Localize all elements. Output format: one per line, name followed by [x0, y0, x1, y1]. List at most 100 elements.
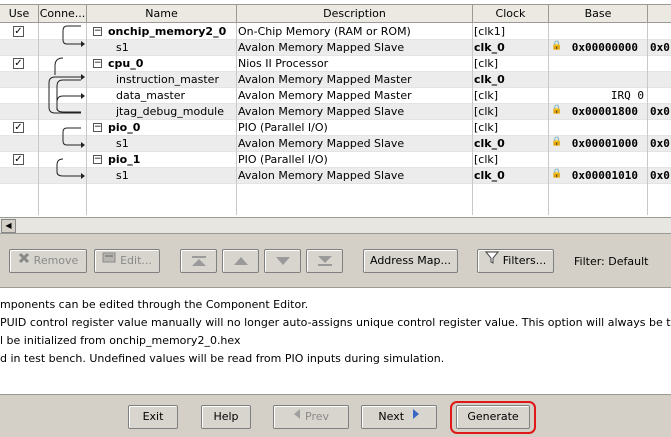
conn-line-2 — [48, 76, 81, 114]
lock-icon[interactable]: 🔒 — [551, 105, 562, 115]
component-clock[interactable]: clk_0 — [474, 40, 546, 56]
component-base[interactable]: 0x00001010 — [568, 168, 646, 184]
component-name[interactable]: cpu_0 — [108, 56, 236, 72]
table-row[interactable]: s1 Avalon Memory Mapped Slave clk_0 🔒 0x0000… — [0, 168, 671, 184]
table-row[interactable]: instruction_master Avalon Memory Mapped M… — [0, 72, 671, 88]
move-down-button[interactable] — [264, 249, 301, 273]
table-row[interactable]: ✓ − pio_0 PIO (Parallel I/O) [clk] — [0, 120, 671, 136]
col-name-header[interactable]: Name — [86, 5, 236, 23]
component-clock[interactable]: [clk1] — [474, 24, 546, 40]
component-table: Use Conne... Name Description Clock Base… — [0, 0, 671, 217]
component-name[interactable]: jtag_debug_module — [116, 104, 236, 120]
use-checkbox[interactable]: ✓ — [13, 58, 24, 69]
exit-button[interactable]: Exit — [128, 405, 178, 429]
move-up-icon — [233, 257, 248, 265]
remove-x-icon — [18, 250, 30, 272]
message-line: mponents can be edited through the Compo… — [0, 298, 309, 311]
use-checkbox[interactable]: ✓ — [13, 26, 24, 37]
col-clock-header[interactable]: Clock — [472, 5, 548, 23]
collapse-toggle-icon[interactable]: − — [93, 27, 102, 36]
lock-icon[interactable]: 🔒 — [551, 41, 562, 51]
move-up-button[interactable] — [222, 249, 259, 273]
move-top-icon — [191, 256, 206, 266]
use-checkbox[interactable]: ✓ — [13, 154, 24, 165]
component-base[interactable]: 0x00001800 — [568, 104, 646, 120]
component-clock[interactable]: [clk] — [474, 120, 546, 136]
arrow-left-icon — [293, 406, 301, 428]
component-base[interactable]: 0x00001000 — [568, 136, 646, 152]
filters-label: Filters... — [502, 254, 547, 267]
col-description-header[interactable]: Description — [236, 5, 472, 23]
table-row[interactable]: jtag_debug_module Avalon Memory Mapped Sl… — [0, 104, 671, 120]
table-row[interactable]: ✓ − onchip_memory2_0 On-Chip Memory (RAM or… — [0, 24, 671, 40]
help-button[interactable]: Help — [201, 405, 251, 429]
component-end[interactable]: 0x0 — [650, 40, 671, 56]
conn-line-7 — [56, 158, 81, 177]
component-clock[interactable]: [clk] — [474, 152, 546, 168]
conn-arrow-1 — [81, 41, 85, 47]
edit-icon — [102, 250, 116, 272]
component-name[interactable]: s1 — [116, 40, 236, 56]
move-bottom-button[interactable] — [306, 249, 343, 273]
component-base[interactable]: 0x00000000 — [568, 40, 646, 56]
prev-button[interactable]: Prev — [273, 405, 349, 429]
component-clock[interactable]: [clk] — [474, 56, 546, 72]
collapse-toggle-icon[interactable]: − — [93, 155, 102, 164]
component-name[interactable]: instruction_master — [116, 72, 236, 88]
conn-line-4 — [56, 95, 81, 110]
collapse-toggle-icon[interactable]: − — [93, 123, 102, 132]
lock-icon[interactable]: 🔒 — [551, 137, 562, 147]
component-clock[interactable]: clk_0 — [474, 72, 546, 88]
component-irq[interactable]: IRQ 0 — [560, 88, 646, 104]
table-row[interactable]: data_master Avalon Memory Mapped Master [c… — [0, 88, 671, 104]
component-name[interactable]: s1 — [116, 136, 236, 152]
table-row[interactable]: ✓ − cpu_0 Nios II Processor [clk] — [0, 56, 671, 72]
address-map-button[interactable]: Address Map... — [363, 249, 458, 273]
col-end-header[interactable] — [647, 5, 671, 23]
next-button[interactable]: Next — [361, 405, 437, 429]
message-line: PUID control register value manually wil… — [0, 316, 671, 329]
table-row[interactable]: s1 Avalon Memory Mapped Slave clk_0 🔒 0x0000… — [0, 136, 671, 152]
component-name[interactable]: pio_1 — [108, 152, 236, 168]
col-connections-header[interactable]: Conne... — [38, 5, 86, 23]
component-clock[interactable]: clk_0 — [474, 136, 546, 152]
component-clock[interactable]: [clk] — [474, 88, 546, 104]
generate-highlight-circle — [450, 401, 536, 434]
component-description: Nios II Processor — [238, 57, 329, 70]
filters-button[interactable]: Filters... — [477, 249, 554, 273]
move-top-button[interactable] — [180, 249, 217, 273]
horizontal-scrollbar[interactable]: ◀ — [0, 217, 671, 234]
component-description: Avalon Memory Mapped Slave — [238, 105, 405, 118]
component-clock[interactable]: [clk] — [474, 104, 546, 120]
col-base-header[interactable]: Base — [548, 5, 647, 23]
component-end[interactable]: 0x0 — [650, 168, 671, 184]
move-down-icon — [275, 257, 290, 265]
component-description: Avalon Memory Mapped Slave — [238, 137, 405, 150]
messages-panel: mponents can be edited through the Compo… — [0, 287, 671, 395]
component-name[interactable]: s1 — [116, 168, 236, 184]
scroll-left-button[interactable]: ◀ — [1, 219, 16, 233]
prev-label: Prev — [305, 410, 329, 423]
use-checkbox[interactable]: ✓ — [13, 122, 24, 133]
next-label: Next — [378, 410, 405, 423]
remove-button[interactable]: Remove — [9, 249, 87, 273]
conn-arrow-4 — [81, 142, 85, 148]
table-row[interactable]: ✓ − pio_1 PIO (Parallel I/O) [clk] — [0, 152, 671, 168]
component-clock[interactable]: clk_0 — [474, 168, 546, 184]
component-name[interactable]: pio_0 — [108, 120, 236, 136]
move-bottom-icon — [317, 256, 332, 266]
connection-lines[interactable] — [41, 23, 87, 215]
component-description: Avalon Memory Mapped Master — [238, 73, 412, 86]
component-name[interactable]: onchip_memory2_0 — [108, 24, 236, 40]
component-end[interactable]: 0x0 — [650, 104, 671, 120]
lock-icon[interactable]: 🔒 — [551, 169, 562, 179]
col-use-header[interactable]: Use — [0, 5, 38, 23]
edit-button[interactable]: Edit... — [94, 249, 160, 273]
component-end[interactable]: 0x0 — [650, 136, 671, 152]
component-description: PIO (Parallel I/O) — [238, 121, 328, 134]
table-row[interactable]: s1 Avalon Memory Mapped Slave clk_0 🔒 0x0000… — [0, 40, 671, 56]
component-description: On-Chip Memory (RAM or ROM) — [238, 25, 411, 38]
collapse-toggle-icon[interactable]: − — [93, 59, 102, 68]
table-header: Use Conne... Name Description Clock Base — [0, 4, 671, 23]
component-name[interactable]: data_master — [116, 88, 236, 104]
